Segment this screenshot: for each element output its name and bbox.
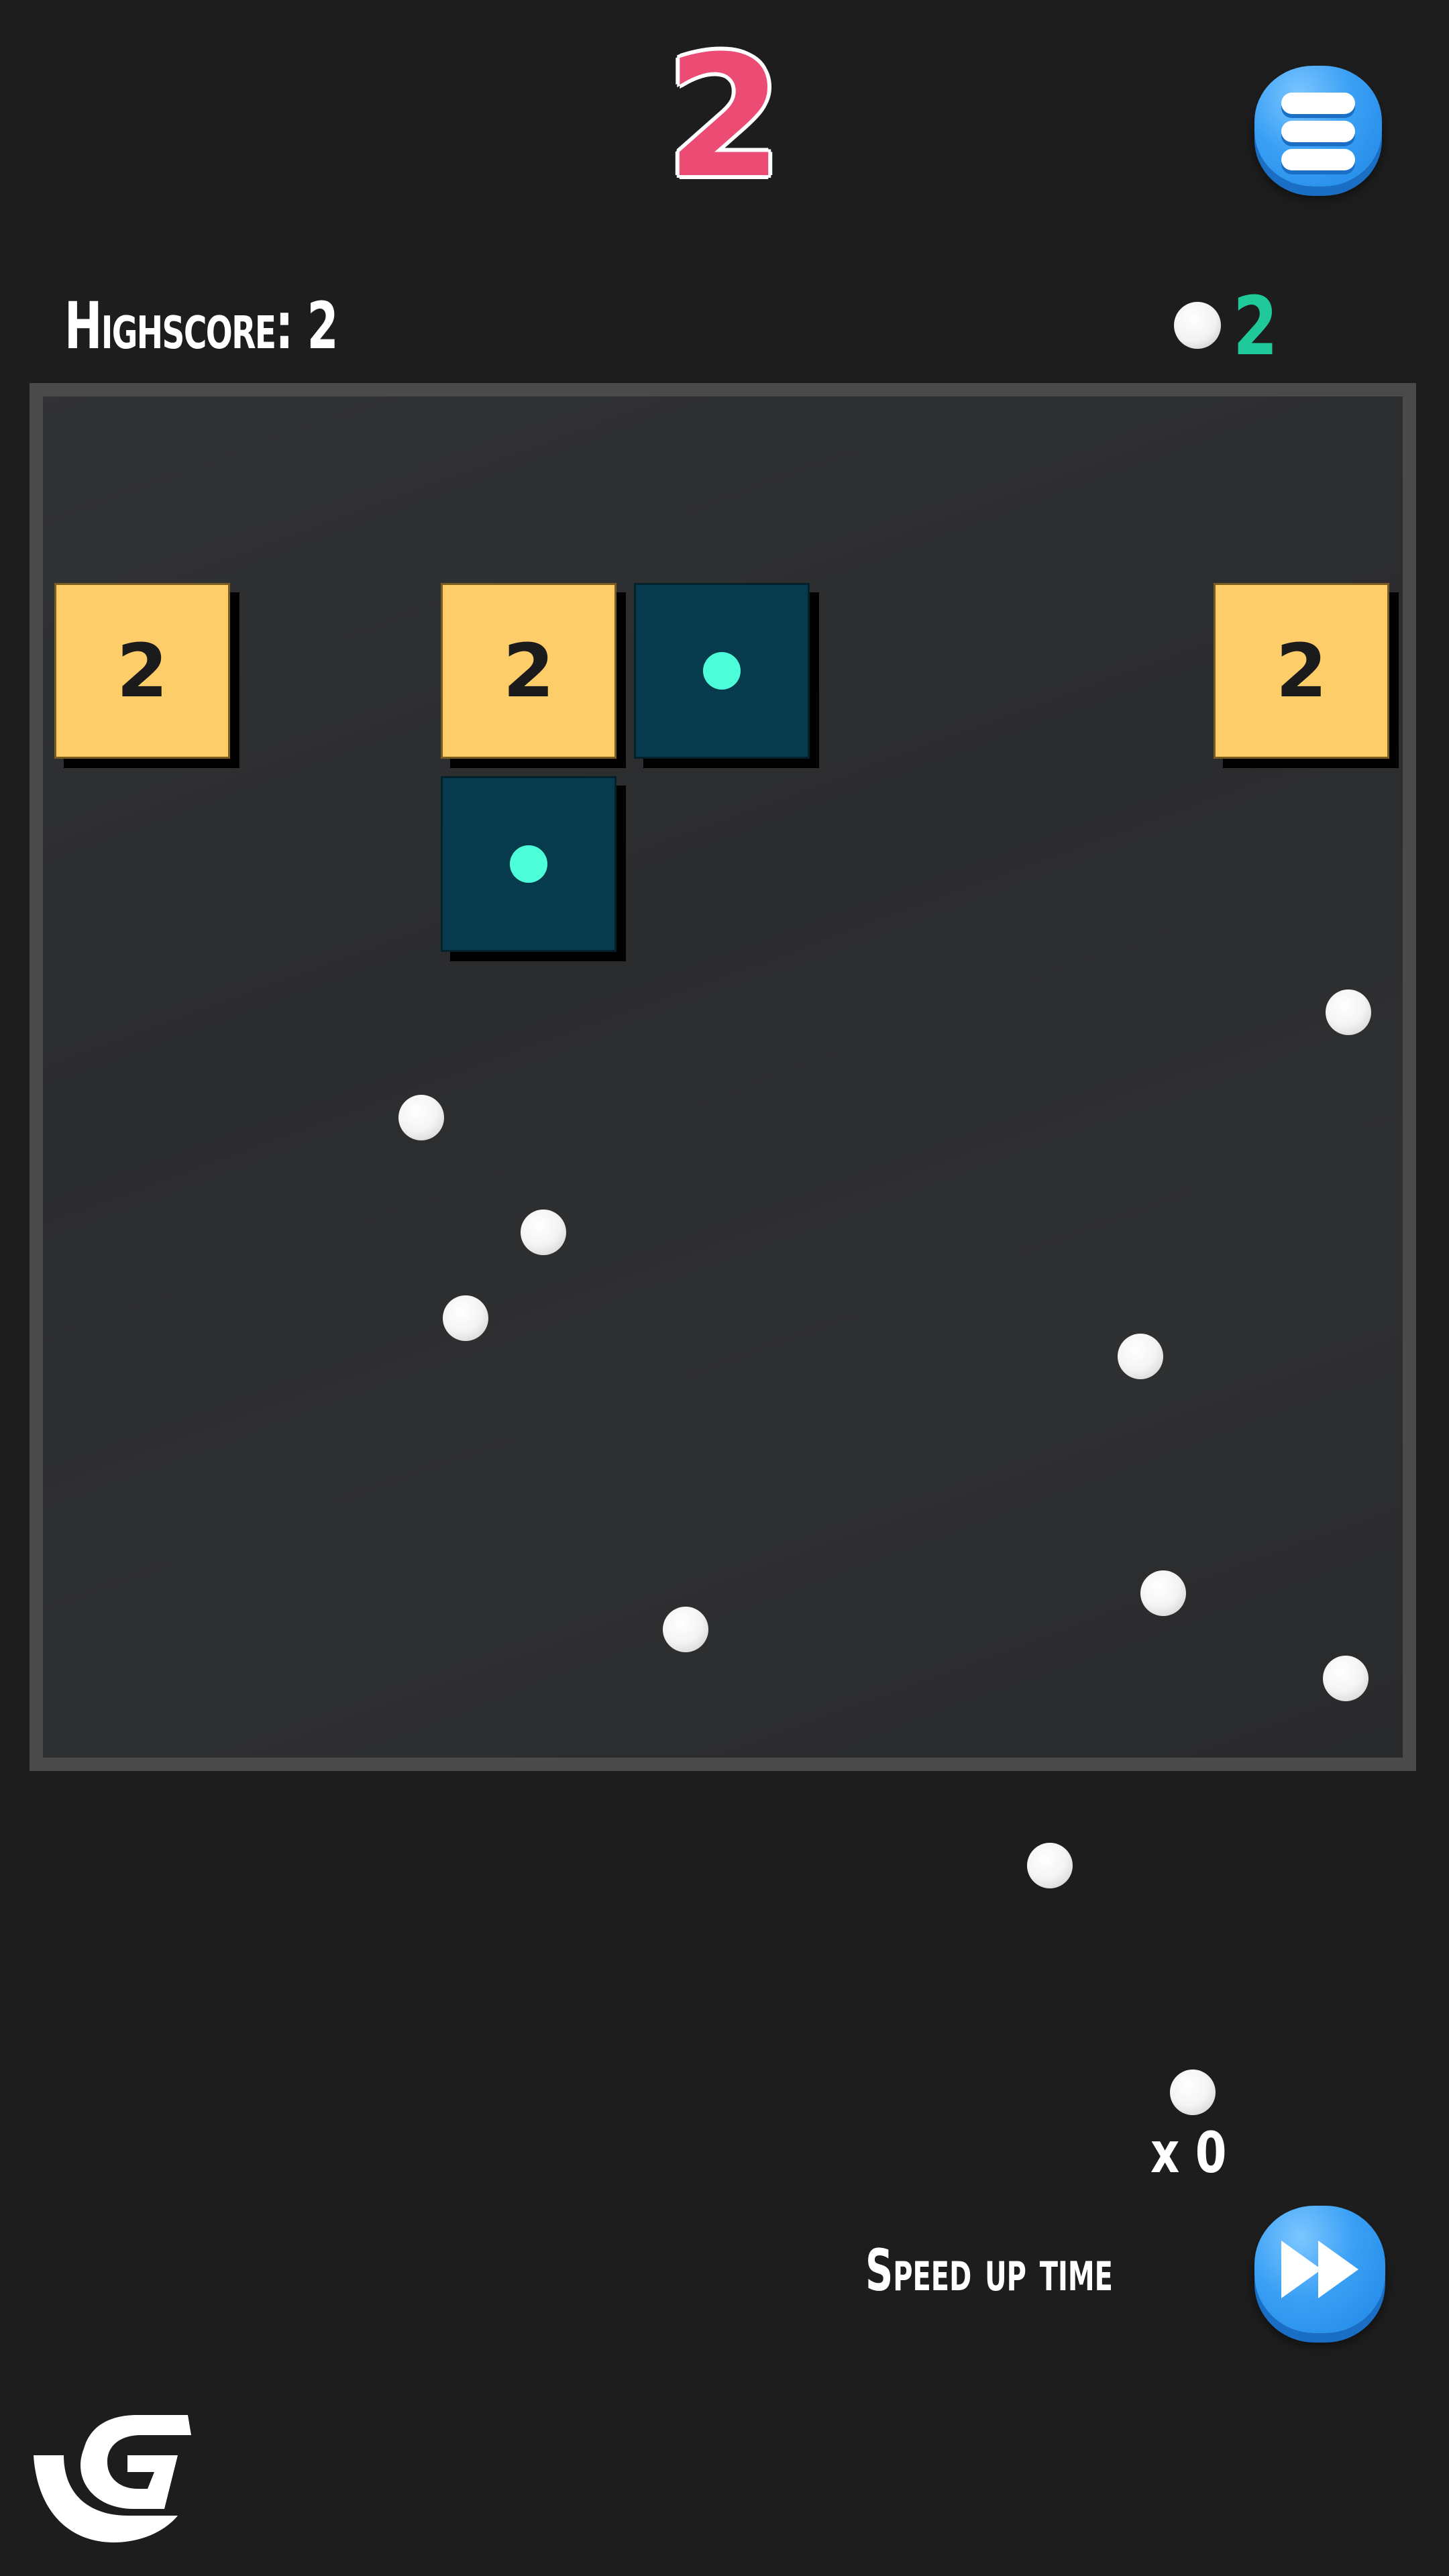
number-block: 2 <box>441 583 616 759</box>
ball <box>1118 1334 1163 1379</box>
ball <box>521 1210 566 1255</box>
game-board[interactable]: 2 2 2 <box>30 383 1416 2115</box>
highscore: Highscore: 2 <box>64 288 339 364</box>
pickup-dot-icon <box>510 845 547 883</box>
ball <box>1323 1656 1368 1701</box>
menu-button[interactable] <box>1254 66 1382 186</box>
gamedistribution-logo <box>34 2415 191 2542</box>
highscore-value: 2 <box>307 288 339 364</box>
number-block: 2 <box>54 583 230 759</box>
ball-multiplier: x 0 <box>1150 2120 1227 2186</box>
speed-up-button[interactable] <box>1254 2206 1385 2333</box>
ball <box>1170 2070 1216 2115</box>
fast-forward-icon <box>1281 2241 1358 2298</box>
pickup-dot-icon <box>703 652 741 690</box>
highscore-label: Highscore: <box>64 288 293 364</box>
block-hit-count: 2 <box>116 628 168 714</box>
ball <box>1027 1843 1073 1888</box>
block-hit-count: 2 <box>502 628 555 714</box>
current-score: 2 <box>666 19 783 215</box>
ball <box>663 1607 708 1652</box>
block-hit-count: 2 <box>1275 628 1328 714</box>
ball <box>443 1295 488 1341</box>
ball <box>1326 989 1371 1035</box>
ball-icon <box>1174 302 1221 349</box>
ball-count: 2 <box>1233 280 1278 374</box>
speed-up-label: Speed up time <box>865 2237 1113 2304</box>
extra-ball-pickup <box>441 776 616 952</box>
ball <box>1140 1570 1186 1616</box>
number-block: 2 <box>1214 583 1389 759</box>
extra-ball-pickup <box>634 583 810 759</box>
ball <box>398 1095 444 1140</box>
